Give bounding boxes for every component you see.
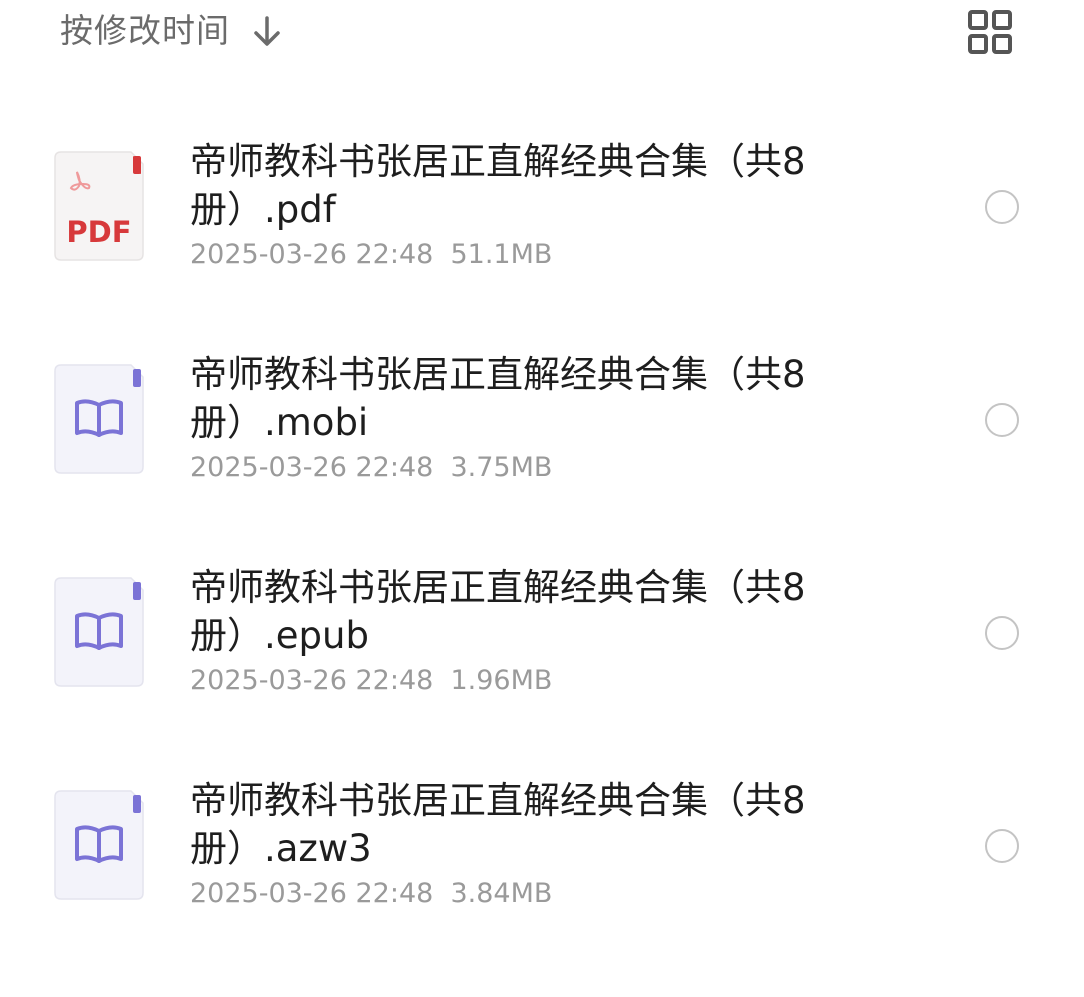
select-radio[interactable] [985,829,1019,863]
ebook-file-icon [53,789,145,901]
file-size: 3.84MB [450,878,553,909]
file-meta: 2025-03-26 22:48 3.84MB [190,876,552,912]
select-radio[interactable] [985,403,1019,437]
grid-view-icon [968,10,1012,54]
file-meta: 2025-03-26 22:48 51.1MB [190,237,552,273]
file-date: 2025-03-26 22:48 [190,878,434,909]
arrow-down-icon [254,16,280,46]
file-list: PDF 帝师教科书张居正直解经典合集（共8册）.pdf 2025-03-26 2… [0,100,1084,952]
file-name: 帝师教科书张居正直解经典合集（共8册）.epub [190,566,806,657]
select-radio[interactable] [985,190,1019,224]
pdf-icon-label: PDF [66,215,131,249]
file-date: 2025-03-26 22:48 [190,452,434,483]
sort-by-modified-button[interactable]: 按修改时间 [60,8,284,54]
file-size: 1.96MB [450,665,553,696]
file-date: 2025-03-26 22:48 [190,665,434,696]
file-size: 51.1MB [450,239,553,270]
file-name: 帝师教科书张居正直解经典合集（共8册）.mobi [190,353,806,444]
file-list-item[interactable]: 帝师教科书张居正直解经典合集（共8册）.mobi 2025-03-26 22:4… [0,313,1084,526]
file-name: 帝师教科书张居正直解经典合集（共8册）.azw3 [190,779,806,870]
file-list-item[interactable]: PDF 帝师教科书张居正直解经典合集（共8册）.pdf 2025-03-26 2… [0,100,1084,313]
ebook-file-icon [53,576,145,688]
file-list-item[interactable]: 帝师教科书张居正直解经典合集（共8册）.epub 2025-03-26 22:4… [0,526,1084,739]
select-radio[interactable] [985,616,1019,650]
pdf-file-icon: PDF [53,150,145,262]
file-name: 帝师教科书张居正直解经典合集（共8册）.pdf [190,140,806,231]
file-meta: 2025-03-26 22:48 3.75MB [190,450,552,486]
file-list-item[interactable]: 帝师教科书张居正直解经典合集（共8册）.azw3 2025-03-26 22:4… [0,739,1084,952]
toolbar: 按修改时间 [0,0,1084,80]
sort-label: 按修改时间 [60,11,230,50]
file-meta: 2025-03-26 22:48 1.96MB [190,663,552,699]
ebook-file-icon [53,363,145,475]
grid-view-toggle-button[interactable] [964,8,1018,62]
file-size: 3.75MB [450,452,553,483]
file-date: 2025-03-26 22:48 [190,239,434,270]
